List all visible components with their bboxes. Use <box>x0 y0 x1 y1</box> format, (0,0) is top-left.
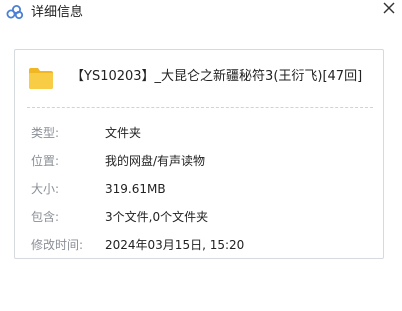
close-button[interactable] <box>380 0 398 18</box>
detail-label: 位置: <box>31 154 60 168</box>
window-title: 详细信息 <box>31 5 84 20</box>
details-card: 【YS10203】_大昆仑之新疆秘符3(王衍飞)[47回] 类型: 文件夹 位置… <box>14 49 384 259</box>
detail-label: 大小: <box>31 182 60 196</box>
detail-value: 我的网盘/有声读物 <box>105 154 206 168</box>
cloud-link-icon <box>6 4 24 20</box>
folder-icon <box>27 64 55 92</box>
divider <box>27 107 373 108</box>
title-bar: 详细信息 <box>0 0 402 26</box>
file-name: 【YS10203】_大昆仑之新疆秘符3(王衍飞)[47回] <box>71 69 363 84</box>
close-icon <box>383 2 395 14</box>
detail-label: 类型: <box>31 126 60 140</box>
detail-value: 2024年03月15日, 15:20 <box>105 238 245 252</box>
detail-label: 包含: <box>31 210 60 224</box>
detail-value: 文件夹 <box>105 126 142 140</box>
detail-value: 3个文件,0个文件夹 <box>105 210 209 224</box>
detail-label: 修改时间: <box>31 238 84 252</box>
detail-value: 319.61MB <box>105 182 166 196</box>
